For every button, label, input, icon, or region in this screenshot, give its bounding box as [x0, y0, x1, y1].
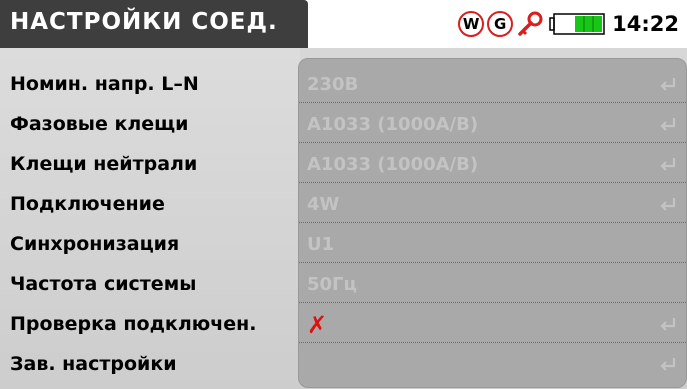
setting-row-neutral-clamps[interactable]: A1033 (1000A/B)	[299, 147, 686, 183]
setting-row-nominal-voltage[interactable]: 230В	[299, 67, 686, 103]
clock: 14:22	[612, 12, 679, 36]
device-screen: НАСТРОЙКИ СОЕД. W G 14:22 Номин. напр. L…	[0, 0, 687, 389]
values-panel: 230В A1033 (1000A/B) A1033 (1000A/B) 4W …	[298, 58, 687, 388]
enter-icon[interactable]	[658, 156, 678, 174]
setting-row-factory-settings[interactable]	[299, 347, 686, 383]
g-indicator-icon: G	[487, 11, 514, 37]
setting-row-synchronization[interactable]: U1	[299, 227, 686, 263]
key-icon	[518, 11, 543, 36]
setting-row-connection-check[interactable]: ✗	[299, 307, 686, 343]
label-connection: Подключение	[10, 193, 165, 215]
setting-row-system-frequency[interactable]: 50Гц	[299, 267, 686, 303]
battery-icon	[549, 13, 605, 35]
page-title: НАСТРОЙКИ СОЕД.	[10, 9, 278, 35]
value-synchronization: U1	[307, 234, 335, 255]
labels-column: Номин. напр. L–N Фазовые клещи Клещи ней…	[0, 48, 300, 389]
value-nominal-voltage: 230В	[307, 74, 359, 95]
enter-icon[interactable]	[658, 356, 678, 374]
label-nominal-voltage: Номин. напр. L–N	[10, 73, 199, 95]
enter-icon[interactable]	[658, 316, 678, 334]
w-indicator-icon: W	[458, 11, 485, 37]
setting-row-phase-clamps[interactable]: A1033 (1000A/B)	[299, 107, 686, 143]
enter-icon[interactable]	[658, 196, 678, 214]
value-connection: 4W	[307, 194, 340, 215]
value-system-frequency: 50Гц	[307, 274, 357, 295]
label-connection-check: Проверка подключен.	[10, 313, 257, 335]
enter-icon[interactable]	[658, 116, 678, 134]
enter-icon[interactable]	[658, 76, 678, 94]
status-area: W G 14:22	[458, 6, 679, 42]
label-factory-settings: Зав. настройки	[10, 353, 177, 375]
label-phase-clamps: Фазовые клещи	[10, 113, 189, 135]
label-synchronization: Синхронизация	[10, 233, 180, 255]
label-system-frequency: Частота системы	[10, 273, 197, 295]
label-neutral-clamps: Клещи нейтрали	[10, 153, 198, 175]
cross-icon: ✗	[307, 311, 328, 339]
value-phase-clamps: A1033 (1000A/B)	[307, 114, 479, 135]
title-box: НАСТРОЙКИ СОЕД.	[0, 0, 308, 48]
header-bar: НАСТРОЙКИ СОЕД. W G 14:22	[0, 0, 687, 48]
value-neutral-clamps: A1033 (1000A/B)	[307, 154, 479, 175]
setting-row-connection[interactable]: 4W	[299, 187, 686, 223]
